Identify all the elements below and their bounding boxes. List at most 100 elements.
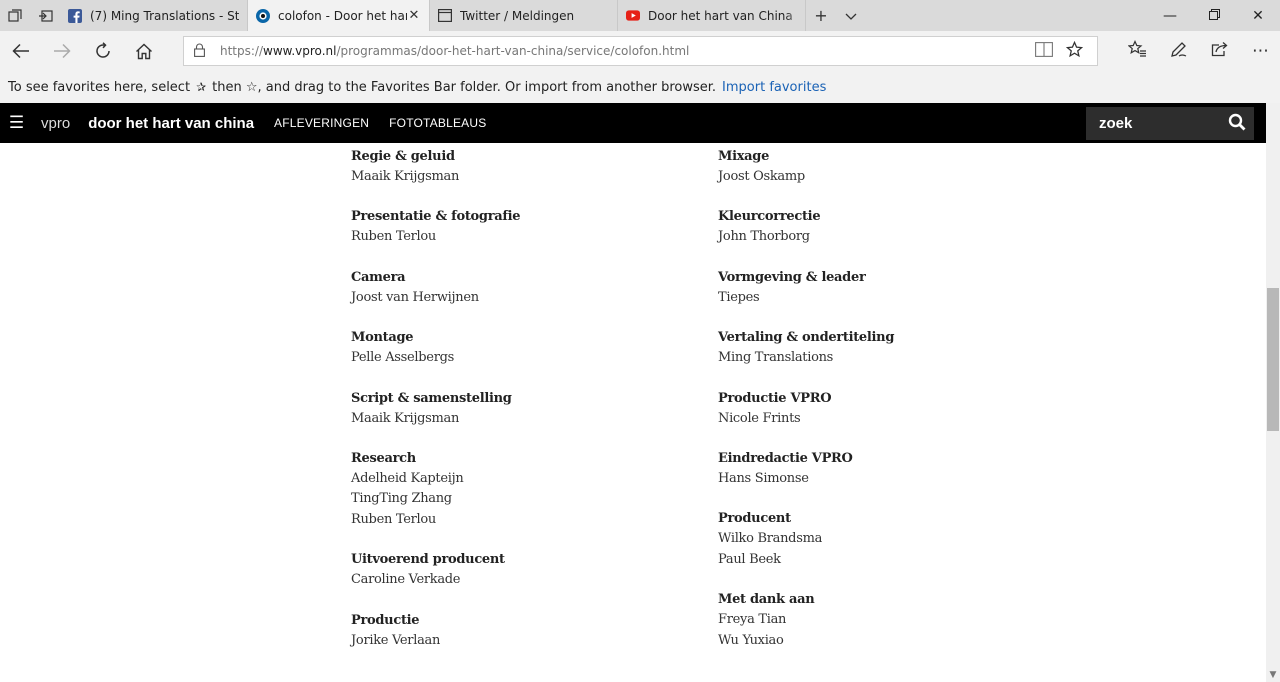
search-icon[interactable] [1220, 113, 1254, 135]
favorites-bar: To see favorites here, select ✰ then ☆, … [0, 71, 1280, 103]
reading-view-icon[interactable] [1029, 41, 1059, 61]
credit-entry: Producent Wilko Brandsma Paul Beek [718, 509, 1058, 570]
credit-entry: Camera Joost van Herwijnen [351, 268, 691, 308]
search-box[interactable]: zoek [1086, 107, 1254, 140]
credit-entry: Presentatie & fotografie Ruben Terlou [351, 207, 691, 247]
credit-entry: Productie Jorike Verlaan [351, 611, 691, 651]
credit-name: Hans Simonse [718, 471, 809, 487]
credit-name: Nicole Frints [718, 410, 801, 426]
url-domain: www.vpro.nl [263, 44, 337, 58]
credit-role: Producent [718, 511, 791, 527]
credit-role: Vertaling & ondertiteling [718, 330, 895, 346]
credit-name: TingTing Zhang [351, 491, 452, 507]
credit-role: Kleurcorrectie [718, 209, 821, 225]
credit-name: Wu Yuxiao [718, 632, 784, 648]
credit-entry: Research Adelheid Kapteijn TingTing Zhang R… [351, 449, 691, 530]
site-title[interactable]: door het hart van china [88, 115, 254, 132]
set-aside-tabs-icon[interactable] [30, 0, 60, 31]
credit-name: Ming Translations [718, 350, 834, 366]
credit-name: Caroline Verkade [351, 572, 461, 588]
credit-role: Eindredactie VPRO [718, 451, 853, 467]
credit-role: Regie & geluid [351, 149, 455, 164]
share-icon[interactable] [1199, 41, 1240, 62]
tab-title: (7) Ming Translations - Start [90, 8, 239, 23]
scroll-down-arrow-icon[interactable]: ▼ [1266, 670, 1280, 680]
close-window-icon[interactable]: ✕ [1236, 8, 1280, 24]
home-icon[interactable] [123, 31, 164, 71]
credit-role: Uitvoerend producent [351, 552, 505, 568]
favorites-hub-icon[interactable] [1117, 40, 1158, 62]
credit-name: Joost van Herwijnen [351, 289, 479, 305]
credit-role: Productie [351, 612, 420, 628]
scrollbar-thumb[interactable] [1267, 288, 1279, 431]
vpro-logo[interactable]: vpro [41, 115, 70, 132]
back-icon[interactable] [0, 31, 41, 71]
credit-entry: Vormgeving & leader Tiepes [718, 268, 1058, 308]
credit-name: Maaik Krijgsman [351, 410, 460, 426]
credit-name: Joost Oskamp [718, 169, 805, 184]
tab-title: colofon - Door het hart [278, 8, 407, 23]
more-icon[interactable]: ⋯ [1240, 41, 1280, 61]
address-bar[interactable]: https://www.vpro.nl/programmas/door-het-… [183, 36, 1098, 66]
hamburger-menu-icon[interactable]: ☰ [0, 113, 33, 133]
credit-entry: Regie & geluid Maaik Krijgsman [351, 147, 691, 187]
credit-entry: Productie VPRO Nicole Frints [718, 389, 1058, 429]
credit-name: Pelle Asselbergs [351, 350, 455, 366]
tab-colofon[interactable]: colofon - Door het hart ✕ [248, 0, 430, 31]
favorites-hub-small-icon: ✰ [196, 80, 207, 94]
vpro-icon [256, 8, 270, 23]
credit-role: Vormgeving & leader [718, 269, 866, 285]
youtube-icon [626, 9, 640, 23]
nav-fototableaus[interactable]: FOTOTABLEAUS [389, 116, 486, 130]
new-tab-icon[interactable]: + [806, 6, 836, 25]
credit-name: John Thorborg [718, 229, 810, 245]
url-path: /programmas/door-het-hart-van-china/serv… [336, 44, 690, 58]
page-scrollbar[interactable]: ▼ [1266, 103, 1280, 682]
tab-twitter[interactable]: Twitter / Meldingen [430, 0, 618, 31]
credit-role: Productie VPRO [718, 390, 832, 406]
credit-entry: Script & samenstelling Maaik Krijgsman [351, 389, 691, 429]
chevron-down-icon[interactable] [836, 6, 866, 25]
pen-icon[interactable] [1158, 40, 1199, 63]
credit-name: Tiepes [718, 289, 760, 305]
credit-entry: Met dank aan Freya Tian Wu Yuxiao [718, 590, 1058, 651]
url-text[interactable]: https://www.vpro.nl/programmas/door-het-… [220, 44, 689, 58]
page-icon [438, 9, 452, 23]
credit-entry: Mixage Joost Oskamp [718, 147, 1058, 187]
forward-icon[interactable] [41, 31, 82, 71]
credit-name: Freya Tian [718, 612, 787, 628]
favorites-hint-text-2: then ☆, and drag to the Favorites Bar fo… [212, 79, 717, 95]
credit-entry: Kleurcorrectie John Thorborg [718, 207, 1058, 247]
credit-role: Script & samenstelling [351, 390, 512, 406]
navigation-bar: https://www.vpro.nl/programmas/door-het-… [0, 31, 1280, 71]
tab-manager-icon[interactable] [0, 0, 30, 31]
nav-afleveringen[interactable]: AFLEVERINGEN [274, 116, 369, 130]
lock-icon[interactable] [194, 43, 210, 60]
favorites-hint-text: To see favorites here, select [8, 79, 191, 95]
credit-name: Ruben Terlou [351, 229, 437, 245]
credit-role: Mixage [718, 149, 770, 164]
credit-entry: Uitvoerend producent Caroline Verkade [351, 550, 691, 590]
restore-icon[interactable] [1192, 8, 1236, 24]
refresh-icon[interactable] [82, 31, 123, 71]
credit-name: Ruben Terlou [351, 511, 437, 527]
url-prefix: https:// [220, 44, 264, 58]
tab-youtube[interactable]: Door het hart van China - N [618, 0, 806, 31]
credit-name: Adelheid Kapteijn [351, 471, 464, 487]
import-favorites-link[interactable]: Import favorites [722, 80, 826, 95]
favorite-star-icon[interactable] [1059, 40, 1089, 62]
credit-name: Maaik Krijgsman [351, 169, 460, 184]
credit-entry: Eindredactie VPRO Hans Simonse [718, 449, 1058, 489]
close-tab-icon[interactable]: ✕ [407, 8, 421, 23]
credit-role: Montage [351, 330, 414, 346]
credit-name: Wilko Brandsma [718, 531, 823, 547]
credit-entry: Vertaling & ondertiteling Ming Translatio… [718, 328, 1058, 368]
minimize-icon[interactable]: — [1148, 8, 1192, 24]
search-input[interactable]: zoek [1086, 115, 1220, 132]
credit-name: Jorike Verlaan [351, 632, 441, 648]
tab-strip: (7) Ming Translations - Start colofon - … [0, 0, 1280, 31]
tab-ming-translations[interactable]: (7) Ming Translations - Start [60, 0, 248, 31]
colofon-content: Regie & geluid Maaik Krijgsman Presentatie… [0, 143, 1266, 682]
credit-role: Camera [351, 269, 406, 285]
credit-entry: Montage Pelle Asselbergs [351, 328, 691, 368]
